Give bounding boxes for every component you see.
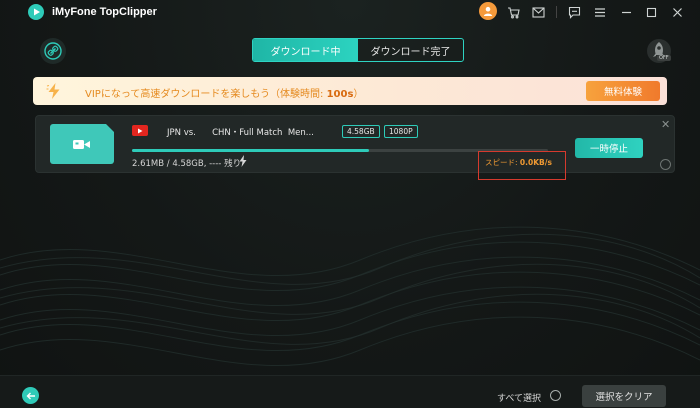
cart-icon[interactable]	[505, 4, 521, 20]
title-bar: iMyFone TopClipper	[0, 0, 700, 26]
back-button[interactable]	[22, 387, 39, 404]
vip-trial-time: 100s	[326, 89, 354, 100]
menu-icon[interactable]	[592, 4, 608, 20]
video-title: JPN vs. CHN・Full Match Men...	[167, 128, 314, 138]
app-window: iMyFone TopClipper ダウンロード中 ダウンロード完了 OFF …	[0, 0, 700, 408]
link-icon	[44, 42, 62, 60]
select-all-label: すべて選択	[497, 394, 542, 404]
wave-decoration	[0, 226, 700, 367]
footer-bar: すべて選択 選択をクリア	[0, 375, 700, 408]
youtube-icon	[132, 125, 148, 136]
link-paste-button[interactable]	[40, 38, 66, 64]
arrow-left-icon	[26, 392, 35, 399]
vip-message-text: VIPになって高速ダウンロードを楽しもう（体験時間:	[85, 89, 327, 100]
file-size-tag: 4.58GB	[342, 125, 380, 138]
pause-button[interactable]: 一時停止	[575, 138, 643, 158]
quality-tag: 1080P	[384, 125, 418, 138]
download-tabs: ダウンロード中 ダウンロード完了	[252, 38, 464, 62]
boost-lightning-icon	[239, 155, 247, 167]
download-task-card: JPN vs. CHN・Full Match Men... 4.58GB 108…	[35, 115, 675, 180]
speed-off-label: OFF	[657, 55, 671, 61]
download-speed: スピード: 0.0KB/s	[485, 157, 552, 168]
titlebar-divider	[556, 6, 557, 18]
speed-value: 0.0KB/s	[519, 158, 552, 167]
remove-task-icon[interactable]: ✕	[661, 119, 671, 130]
vip-message: VIPになって高速ダウンロードを楽しもう（体験時間: 100s）	[85, 85, 363, 100]
app-logo-icon	[28, 4, 44, 20]
thumbnail-fold-corner	[106, 124, 115, 133]
minimize-icon[interactable]	[618, 4, 634, 20]
select-all-radio[interactable]	[550, 390, 561, 401]
video-thumbnail	[50, 124, 115, 164]
vip-banner: VIPになって高速ダウンロードを楽しもう（体験時間: 100s） 無料体験	[33, 77, 667, 105]
vip-message-end: ）	[353, 89, 364, 100]
app-title: iMyFone TopClipper	[52, 6, 157, 18]
download-size-text: 2.61MB / 4.58GB, ---- 残り	[132, 159, 242, 169]
task-select-radio[interactable]	[660, 159, 671, 170]
chat-icon[interactable]	[566, 4, 582, 20]
lightning-icon	[46, 83, 60, 99]
video-camera-icon	[73, 140, 90, 149]
mail-icon[interactable]	[530, 4, 546, 20]
download-progress-fill	[132, 149, 370, 152]
maximize-icon[interactable]	[643, 4, 659, 20]
free-trial-button[interactable]: 無料体験	[586, 81, 660, 101]
tab-downloading[interactable]: ダウンロード中	[253, 39, 358, 61]
close-icon[interactable]	[669, 4, 685, 20]
speed-label: スピード:	[485, 158, 520, 167]
avatar-icon[interactable]	[479, 2, 497, 20]
tab-downloaded[interactable]: ダウンロード完了	[358, 39, 463, 61]
clear-selection-button[interactable]: 選択をクリア	[582, 385, 666, 407]
